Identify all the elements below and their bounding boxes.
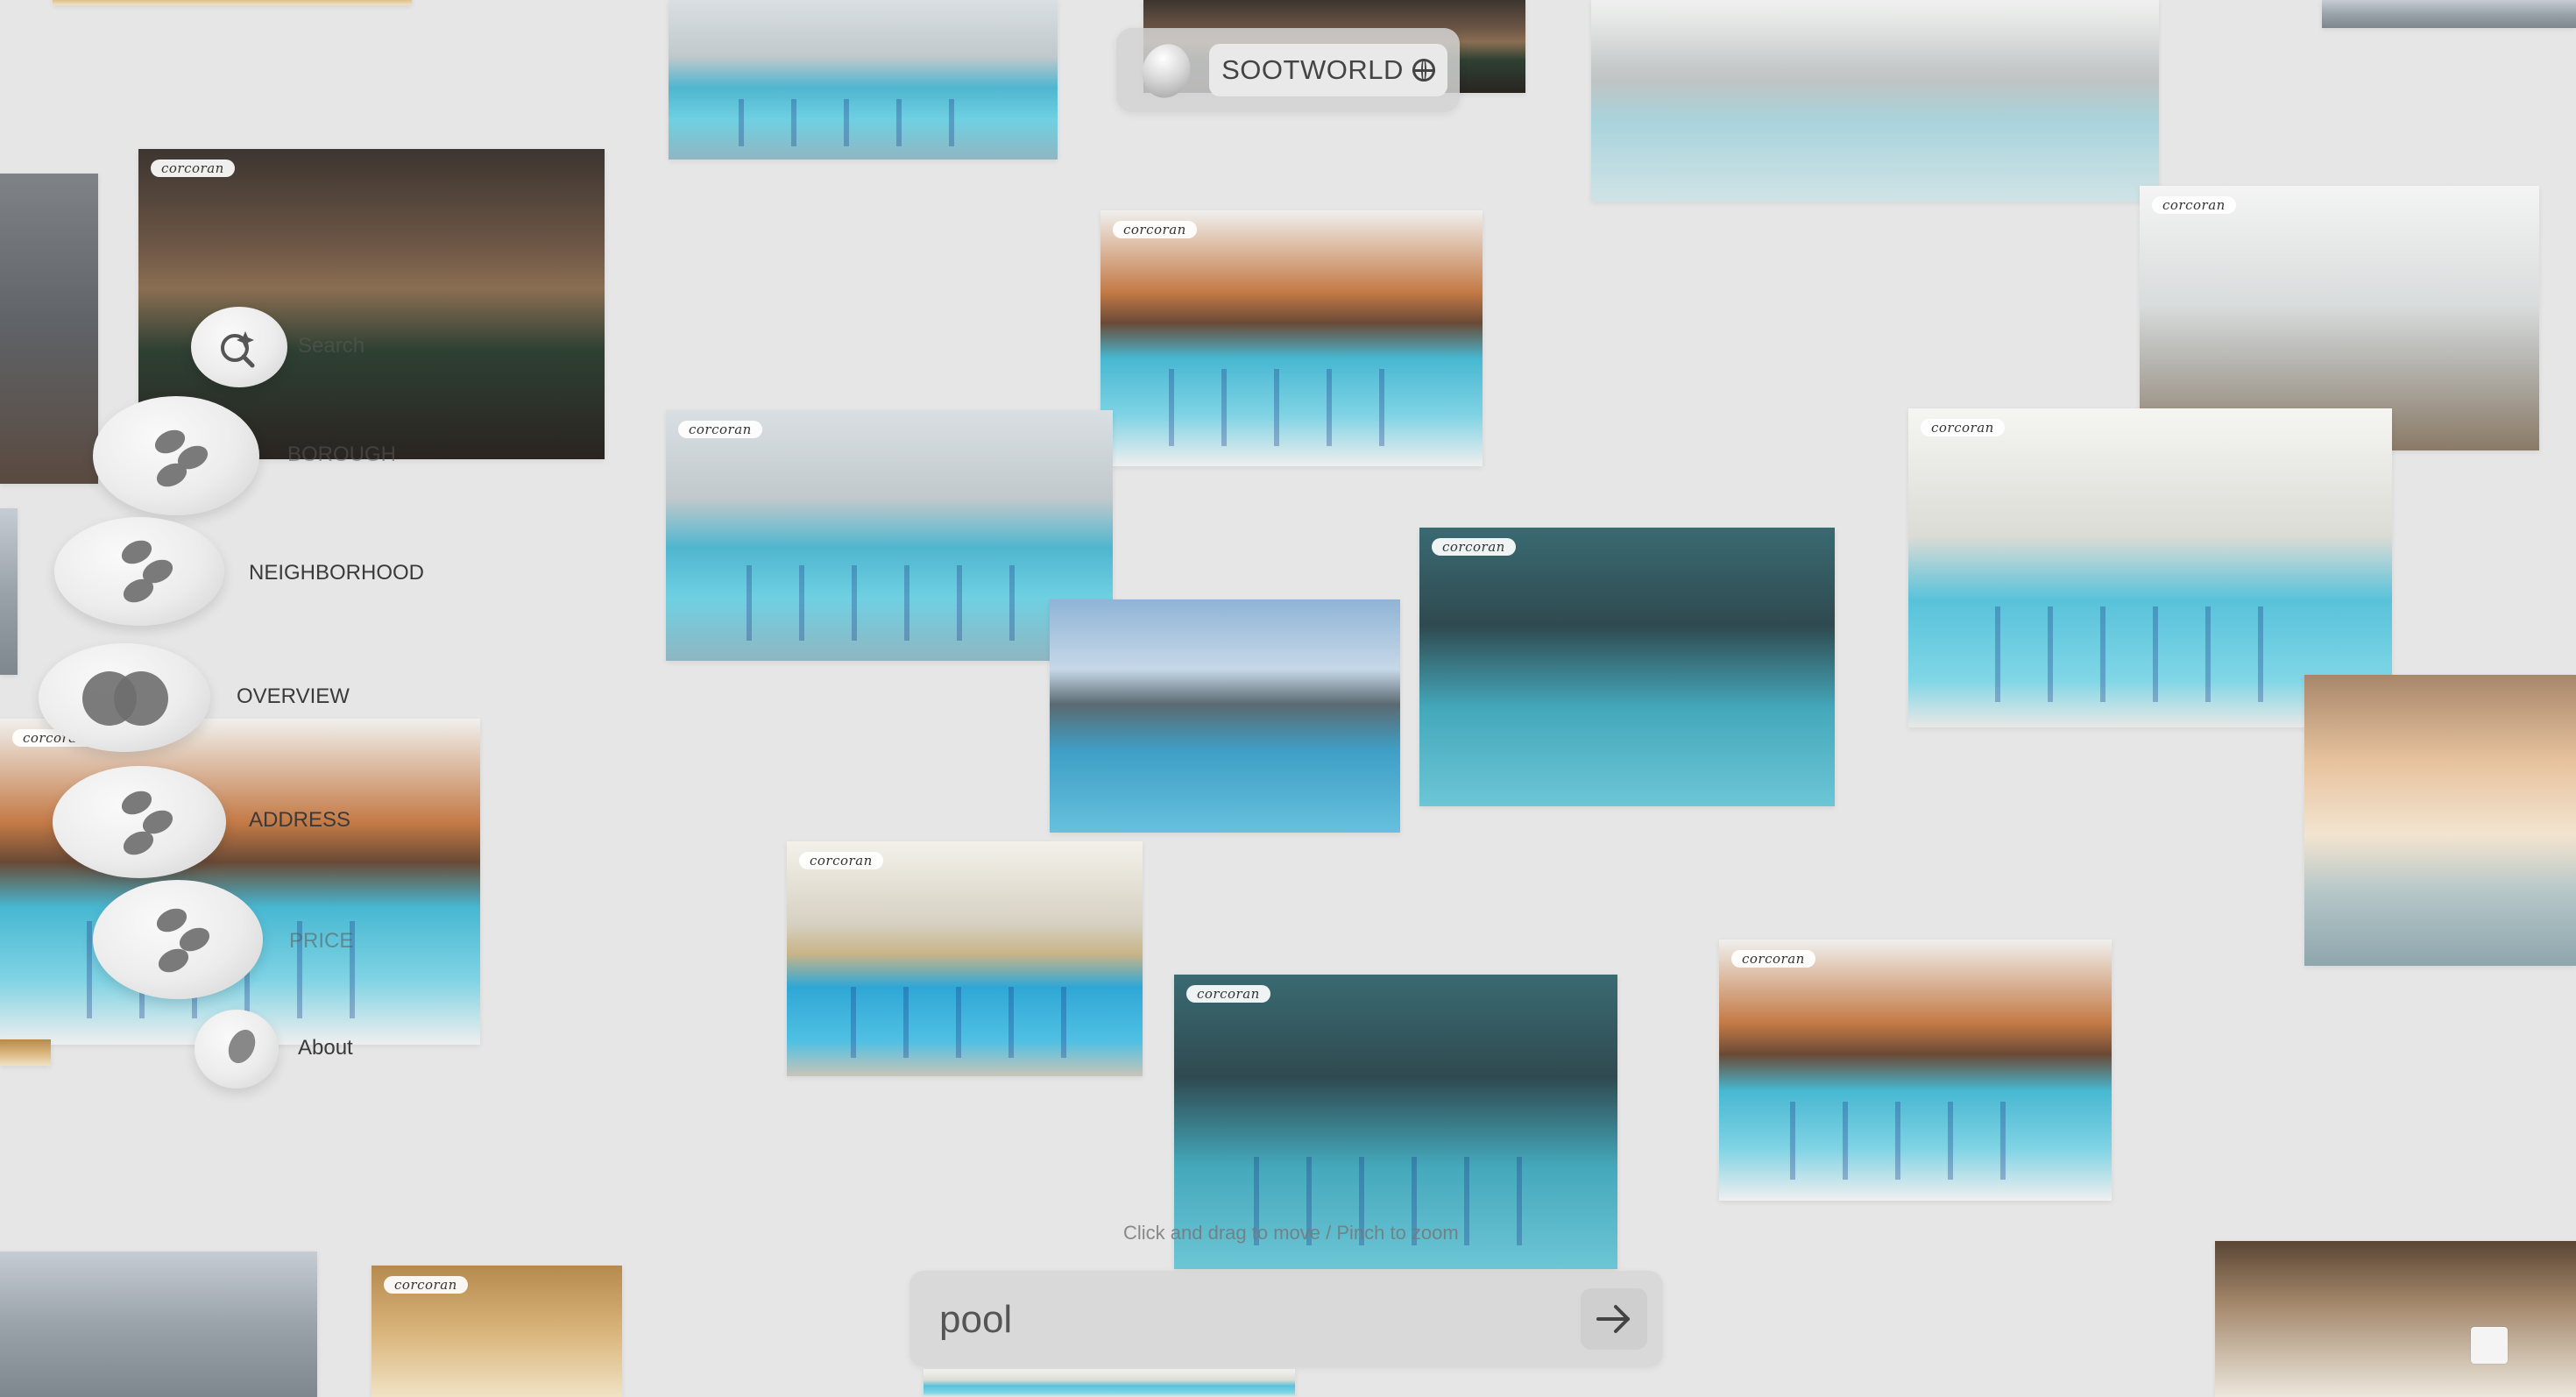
photo-tile[interactable] — [0, 1252, 317, 1397]
corcoran-badge: corcoran — [1113, 221, 1197, 238]
address-label[interactable]: ADDRESS — [249, 808, 350, 833]
corcoran-badge: corcoran — [1432, 538, 1516, 556]
brand-name: SOOTWORLD — [1221, 54, 1404, 85]
about-link[interactable]: About — [298, 1036, 353, 1060]
address-orb[interactable] — [53, 766, 226, 878]
photo-tile[interactable] — [0, 508, 18, 675]
search-input[interactable] — [938, 1288, 1554, 1351]
arrow-right-icon — [1596, 1305, 1630, 1333]
photo-tile[interactable]: corcoran — [787, 841, 1143, 1076]
photo-tile[interactable] — [924, 1369, 1295, 1397]
neighborhood-orb[interactable] — [54, 517, 224, 626]
overview-label[interactable]: OVERVIEW — [237, 684, 350, 709]
brand-orb-icon[interactable] — [1135, 38, 1198, 104]
photo-tile[interactable] — [669, 0, 1058, 160]
photo-tile[interactable]: corcoran — [666, 410, 1113, 661]
photo-tile[interactable] — [2322, 0, 2576, 28]
photo-tile[interactable] — [53, 0, 412, 5]
photo-canvas[interactable]: corcoran corcoran corcoran corcoran corc… — [0, 0, 2576, 1397]
search-bar[interactable] — [909, 1271, 1663, 1367]
neighborhood-label[interactable]: NEIGHBORHOOD — [249, 561, 424, 585]
corcoran-badge: corcoran — [1186, 985, 1270, 1003]
photo-tile[interactable]: corcoran — [0, 719, 480, 1045]
search-label[interactable]: Search — [298, 334, 364, 358]
photo-tile[interactable]: corcoran — [372, 1266, 622, 1397]
corcoran-badge: corcoran — [1921, 419, 2005, 436]
corcoran-badge: corcoran — [1731, 950, 1815, 968]
corcoran-badge: corcoran — [151, 160, 235, 177]
photo-tile[interactable] — [2304, 675, 2576, 966]
search-button[interactable] — [191, 307, 287, 387]
corcoran-badge: corcoran — [799, 852, 883, 869]
zoom-search-icon — [221, 331, 255, 368]
corcoran-badge: corcoran — [678, 421, 762, 438]
photo-tile[interactable] — [0, 1039, 51, 1066]
globe-icon[interactable] — [1412, 59, 1435, 82]
search-submit-button[interactable] — [1581, 1288, 1647, 1350]
photo-tile[interactable] — [1050, 599, 1400, 833]
price-label[interactable]: PRICE — [289, 929, 353, 954]
borough-orb[interactable] — [93, 396, 259, 515]
corcoran-badge: corcoran — [384, 1276, 468, 1294]
photo-tile[interactable] — [1591, 0, 2159, 202]
pebble-icon — [228, 1029, 256, 1064]
photo-tile[interactable] — [2215, 1241, 2576, 1397]
photo-tile[interactable]: corcoran — [1419, 528, 1835, 806]
borough-label[interactable]: BOROUGH — [287, 443, 396, 467]
corner-square-button[interactable] — [2471, 1327, 2508, 1364]
price-orb[interactable] — [93, 880, 263, 999]
overview-orb[interactable] — [39, 643, 210, 752]
photo-tile[interactable]: corcoran — [1100, 210, 1483, 466]
brand-name-box[interactable]: SOOTWORLD — [1209, 44, 1447, 96]
about-orb[interactable] — [195, 1010, 279, 1089]
corcoran-badge: corcoran — [2152, 196, 2236, 214]
brand-pill[interactable]: SOOTWORLD — [1116, 28, 1460, 112]
photo-tile[interactable] — [0, 174, 98, 484]
photo-tile[interactable]: corcoran — [1719, 940, 2112, 1201]
drag-zoom-hint: Click and drag to move / Pinch to zoom — [1123, 1222, 1459, 1244]
